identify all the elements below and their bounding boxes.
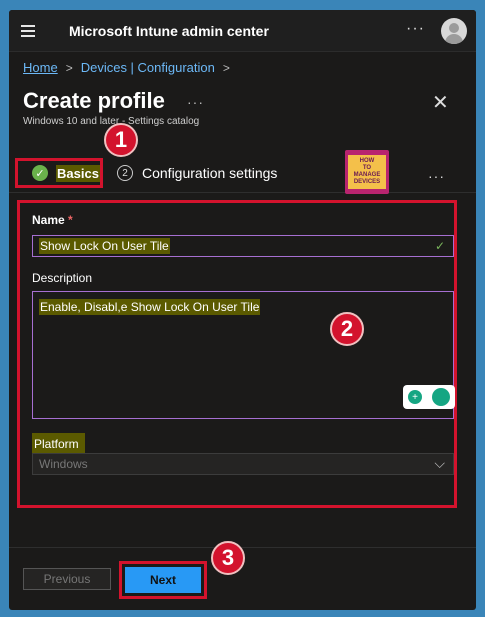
name-field[interactable]: Show Lock On User Tile ✓ (32, 235, 454, 257)
wizard-steps: ✓ Basics 2 Configuration settings ··· (9, 158, 476, 194)
steps-divider (9, 192, 476, 193)
name-value: Show Lock On User Tile (39, 238, 170, 254)
close-icon[interactable]: ✕ (432, 90, 449, 115)
tab-configuration-settings-label: Configuration settings (142, 165, 278, 181)
tab-configuration-settings[interactable]: 2 Configuration settings (117, 165, 277, 181)
name-label: Name * (32, 213, 73, 227)
description-value: Enable, Disabl,e Show Lock On User Tile (39, 299, 261, 315)
next-button[interactable]: Next (125, 567, 201, 593)
platform-label: Platform (34, 437, 79, 451)
previous-button[interactable]: Previous (23, 568, 111, 590)
breadcrumb: Home > Devices | Configuration > (23, 60, 238, 75)
check-icon: ✓ (32, 165, 48, 181)
app-title: Microsoft Intune admin center (69, 23, 269, 39)
chevron-down-icon: ⌵ (434, 455, 445, 471)
logo-text: DEVICES (353, 179, 381, 185)
more-icon[interactable]: ··· (428, 168, 445, 184)
callout-1: 1 (104, 123, 138, 157)
tab-basics-label: Basics (56, 164, 100, 182)
logo-text: MANAGE (353, 172, 381, 178)
description-field[interactable]: Enable, Disabl,e Show Lock On User Tile … (32, 291, 455, 419)
next-button-highlight: Next (119, 561, 207, 599)
top-bar: Microsoft Intune admin center ··· (9, 10, 476, 52)
description-label: Description (32, 271, 93, 285)
name-label-text: Name (32, 213, 65, 227)
more-icon[interactable]: ··· (406, 20, 425, 38)
chevron-right-icon: > (222, 60, 230, 75)
how-to-manage-devices-logo: HOW TO MANAGE DEVICES (345, 150, 389, 194)
check-icon: ✓ (434, 239, 445, 253)
step-number: 2 (117, 165, 133, 181)
logo-text: TO (362, 165, 372, 171)
breadcrumb-home[interactable]: Home (23, 60, 58, 75)
chevron-right-icon: > (65, 60, 73, 75)
platform-label-highlight: Platform (32, 433, 85, 455)
avatar-icon[interactable] (441, 18, 467, 44)
platform-value: Windows (39, 457, 88, 471)
basics-form: Name * Show Lock On User Tile ✓ Descript… (17, 200, 457, 508)
callout-3: 3 (211, 541, 245, 575)
grammarly-logo-icon (432, 388, 450, 406)
logo-text: HOW (359, 158, 375, 164)
footer-divider (9, 547, 476, 548)
more-icon[interactable]: ··· (187, 94, 204, 110)
grammarly-add-icon: + (408, 390, 422, 404)
page-title: Create profile (23, 88, 165, 113)
tab-basics[interactable]: ✓ Basics (15, 158, 103, 188)
grammarly-icon[interactable]: + (403, 385, 455, 409)
breadcrumb-devices-configuration[interactable]: Devices | Configuration (81, 60, 215, 75)
hamburger-icon[interactable] (21, 25, 35, 37)
platform-select[interactable]: Windows ⌵ (32, 453, 454, 475)
intune-window: Microsoft Intune admin center ··· Home >… (9, 10, 476, 610)
callout-2: 2 (330, 312, 364, 346)
required-mark: * (68, 213, 73, 227)
